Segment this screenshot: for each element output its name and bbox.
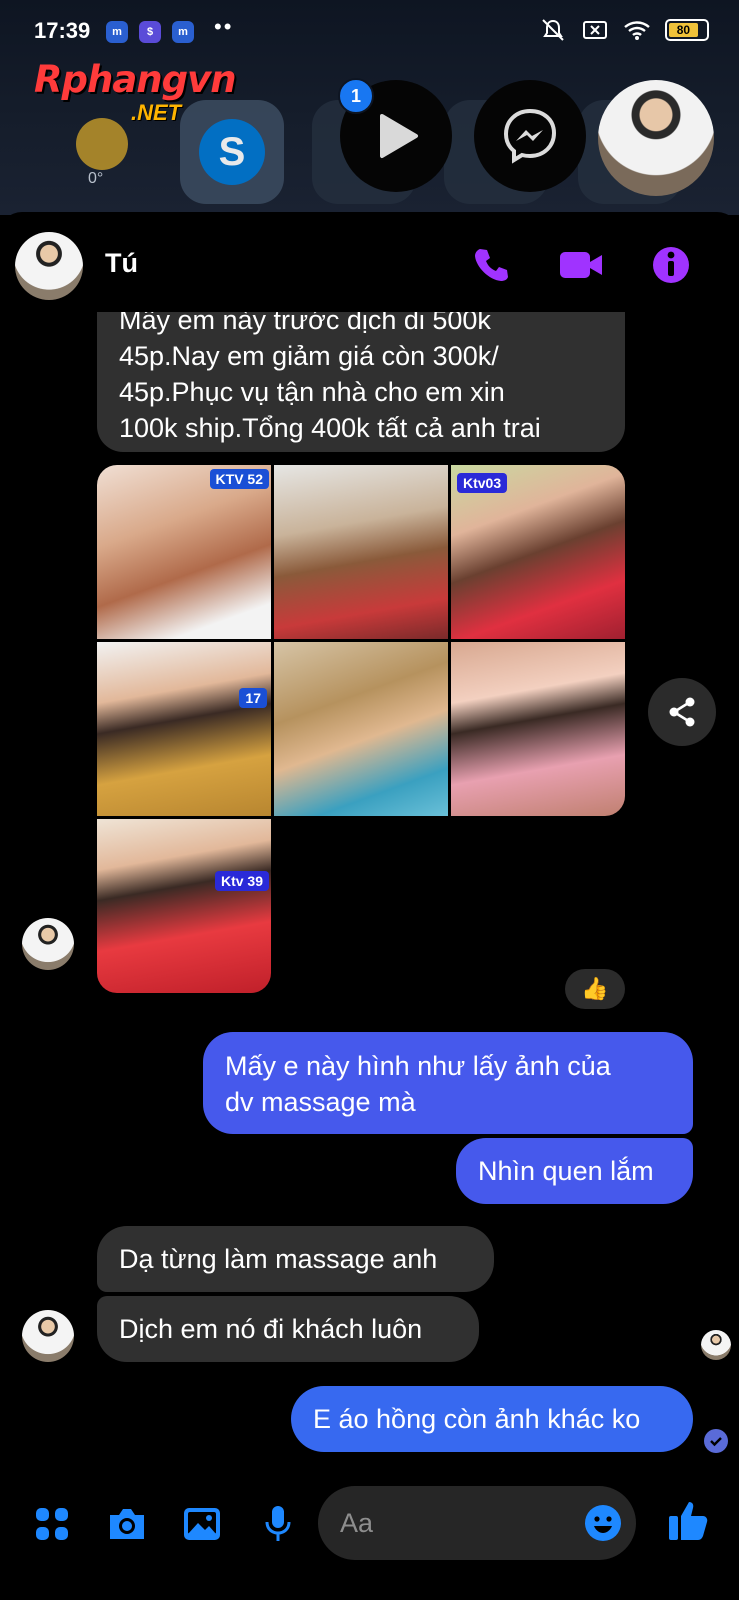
incoming-message[interactable]: Mấy em này trước dịch di 500k 45p.Nay em… — [97, 312, 625, 452]
message-input-container — [318, 1486, 636, 1560]
play-icon — [380, 114, 418, 158]
video-call-button[interactable] — [556, 240, 606, 290]
battery-indicator: 80 — [665, 19, 709, 41]
photo-attachment-grid: KTV 52 Ktv03 17 Ktv 39 — [97, 465, 625, 993]
photo-label: Ktv 39 — [214, 871, 269, 891]
mic-icon — [265, 1506, 291, 1541]
message-line: 45p.Phục vụ tận nhà cho em xin — [119, 377, 505, 407]
outgoing-message[interactable]: Mấy e này hình như lấy ảnh của dv massag… — [203, 1032, 693, 1134]
unread-badge: 1 — [338, 78, 374, 114]
photo-thumbnail[interactable]: KTV 52 — [97, 465, 271, 639]
sender-avatar[interactable] — [22, 1310, 74, 1362]
incoming-message[interactable]: Dạ từng làm massage anh — [97, 1226, 494, 1292]
sim-x-icon — [581, 18, 609, 42]
contact-chat-head[interactable] — [598, 80, 714, 196]
chat-window: Tú Mấy em này trước dịch di 500k 45p.Nay… — [0, 212, 739, 1600]
message-line: 100k ship.Tổng 400k tất cả anh trai — [119, 413, 541, 443]
contact-avatar[interactable] — [15, 232, 83, 300]
emoji-icon[interactable] — [583, 1503, 623, 1543]
photo-thumbnail[interactable] — [274, 465, 448, 639]
camera-icon — [110, 1509, 144, 1539]
incoming-message[interactable]: Dịch em nó đi khách luôn — [97, 1296, 479, 1362]
sun-icon — [76, 118, 128, 170]
photo-label: KTV 52 — [209, 469, 269, 489]
skype-app-icon[interactable]: S — [180, 100, 284, 204]
delivered-check-icon — [704, 1429, 728, 1453]
message-line: Mấy e này hình như lấy ảnh của — [225, 1051, 611, 1081]
mute-bell-icon — [539, 18, 567, 42]
status-bar: 17:39 m $ m •• 80 — [0, 0, 739, 66]
photo-label: Ktv03 — [457, 473, 508, 493]
more-notifications-icon: •• — [214, 14, 234, 39]
shield-dollar-icon: $ — [139, 21, 161, 43]
chat-header: Tú — [0, 212, 739, 312]
outgoing-message[interactable]: E áo hồng còn ảnh khác ko — [291, 1386, 693, 1452]
info-icon — [653, 247, 689, 283]
sender-avatar[interactable] — [22, 918, 74, 970]
thumbs-up-icon — [669, 1502, 708, 1540]
gallery-icon — [184, 1508, 220, 1540]
more-actions-button[interactable] — [28, 1500, 76, 1548]
voice-message-button[interactable] — [254, 1500, 302, 1548]
contact-name[interactable]: Tú — [105, 248, 138, 279]
watermark-brand: Rphangvn — [34, 58, 237, 101]
camera-button[interactable] — [103, 1500, 151, 1548]
messenger-icon — [503, 108, 557, 164]
seen-avatar — [701, 1330, 731, 1360]
gallery-button[interactable] — [178, 1500, 226, 1548]
phone-icon — [475, 249, 508, 281]
photo-thumbnail[interactable] — [274, 642, 448, 816]
photo-label: 17 — [239, 688, 267, 708]
skype-icon: S — [199, 119, 265, 185]
messenger-lite-icon: m — [172, 21, 194, 43]
conversation-info-button[interactable] — [646, 240, 696, 290]
photo-thumbnail[interactable]: Ktv03 — [451, 465, 625, 639]
photo-thumbnail[interactable] — [451, 642, 625, 816]
message-line: dv massage mà — [225, 1087, 416, 1117]
messenger-chat-head[interactable] — [474, 80, 586, 192]
battery-level: 80 — [669, 23, 698, 37]
photo-thumbnail[interactable]: 17 — [97, 642, 271, 816]
menu-dots-icon — [36, 1508, 68, 1540]
photo-thumbnail[interactable]: Ktv 39 — [97, 819, 271, 993]
outgoing-message[interactable]: Nhìn quen lắm — [456, 1138, 693, 1204]
share-icon — [669, 697, 695, 727]
message-composer — [0, 1482, 739, 1600]
weather-widget[interactable]: 0° — [58, 110, 148, 200]
message-line: 45p.Nay em giảm giá còn 300k/ — [119, 341, 499, 371]
video-icon — [560, 252, 602, 278]
voice-call-button[interactable] — [466, 240, 516, 290]
reaction-badge[interactable]: 👍 — [565, 969, 625, 1009]
status-time: 17:39 — [34, 18, 91, 43]
wifi-icon — [623, 18, 651, 42]
message-list[interactable]: Mấy em này trước dịch di 500k 45p.Nay em… — [0, 312, 739, 1472]
weather-temperature: 0° — [88, 170, 104, 187]
message-line: Mấy em này trước dịch di 500k — [119, 312, 491, 335]
share-button[interactable] — [648, 678, 716, 746]
message-input[interactable] — [340, 1498, 560, 1548]
like-button[interactable] — [665, 1496, 713, 1544]
messenger-lite-icon: m — [106, 21, 128, 43]
